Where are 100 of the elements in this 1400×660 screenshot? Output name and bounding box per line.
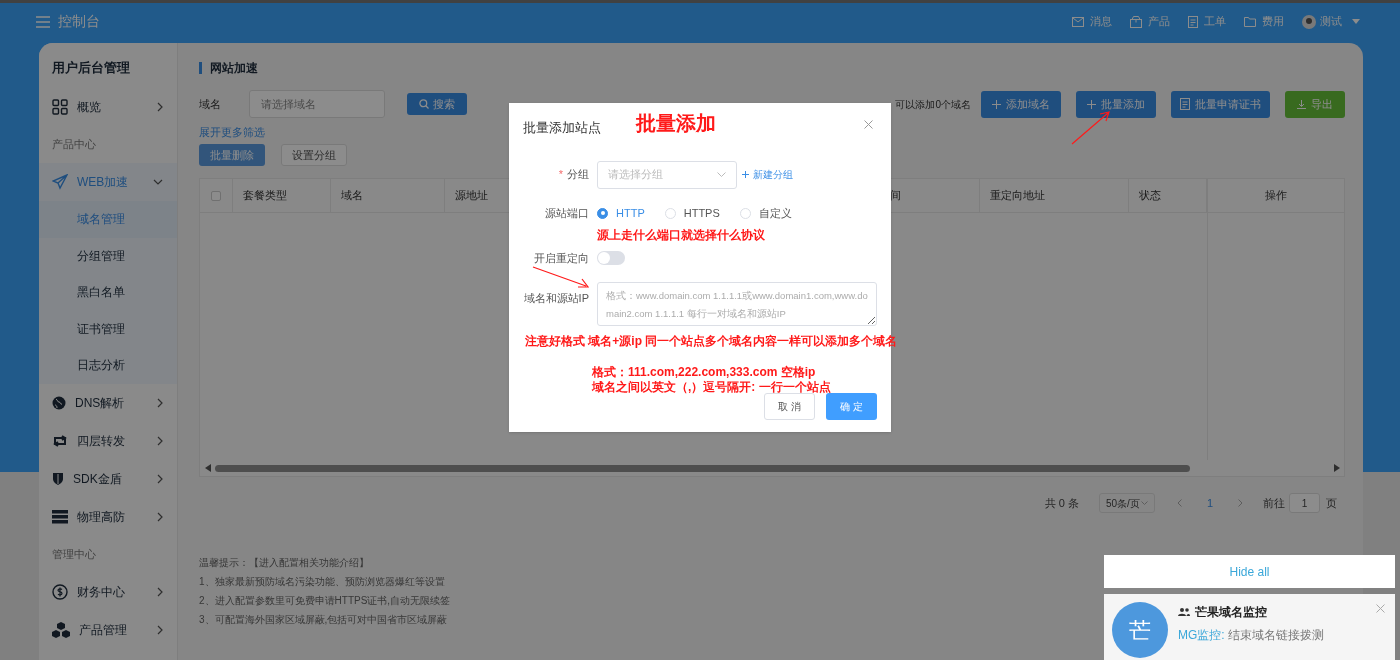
chevron-right-icon: [157, 397, 163, 408]
radio-option[interactable]: HTTP: [597, 204, 645, 222]
server-icon: [52, 509, 68, 524]
nav-link[interactable]: 产品: [1130, 13, 1170, 30]
toggle-switch[interactable]: [597, 251, 625, 265]
scrollbar-thumb[interactable]: [215, 464, 1190, 472]
sidebar-subitem[interactable]: 域名管理: [39, 201, 177, 238]
sidebar-title: 用户后台管理: [51, 59, 131, 77]
group-button[interactable]: 设置分组: [281, 144, 347, 166]
repeat-icon: [52, 434, 68, 447]
sidebar-section: 管理中心: [39, 535, 177, 573]
annotation-heading: 批量添加: [636, 111, 716, 136]
chevron-right-icon: [157, 511, 163, 522]
sidebar-item[interactable]: 物理高防: [39, 497, 177, 536]
form-label: 分组: [567, 168, 589, 181]
add-button[interactable]: 批量添加: [1076, 90, 1156, 118]
shield-icon: [52, 471, 64, 486]
sidebar-item[interactable]: 概览: [39, 88, 177, 126]
chevron-down-icon: [717, 172, 726, 177]
required-mark: *: [558, 168, 563, 181]
grid-icon: [52, 99, 68, 115]
close-icon[interactable]: [864, 120, 873, 129]
sidebar-item[interactable]: 财务中心: [39, 572, 177, 611]
tip-text: 2、进入配置参数里可免费申请HTTPS证书,自动无限续签: [199, 594, 452, 605]
box-icon: [1130, 15, 1142, 28]
avatar-icon: [1302, 14, 1316, 29]
nav-link[interactable]: 工单: [1188, 13, 1226, 30]
plus-icon: [742, 171, 749, 178]
tip-text: 温馨提示：【进入配置相关功能介绍】: [199, 556, 370, 567]
dollar-icon: [52, 583, 68, 600]
app-title: 控制台: [58, 12, 100, 31]
sidebar-subitem[interactable]: 日志分析: [39, 347, 177, 384]
cubes-icon: [52, 621, 70, 638]
chevron-right-icon: [157, 435, 163, 446]
menu-icon[interactable]: [36, 15, 50, 28]
annotation-note: 格式：111.com,222.com,333.com 空格ip: [592, 365, 817, 380]
column-header: 间: [889, 188, 901, 204]
sidebar-item[interactable]: SDK金盾: [39, 459, 177, 498]
new-group-link[interactable]: 新建分组: [742, 167, 793, 182]
annotation-note: 域名之间以英文（,）逗号隔开: 一行一个站点: [592, 380, 832, 395]
column-header: 源地址: [454, 188, 488, 204]
sidebar-item[interactable]: 四层转发: [39, 421, 177, 460]
plus-icon: [992, 99, 1001, 109]
cancel-button[interactable]: 取 消: [764, 393, 815, 420]
scroll-right-icon[interactable]: [1334, 464, 1340, 472]
caret-icon: [1352, 19, 1360, 24]
add-button[interactable]: 添加域名: [981, 90, 1061, 118]
checkbox[interactable]: [210, 190, 221, 201]
notification-source[interactable]: MG监控:: [1178, 626, 1225, 644]
notification-message: 结束域名链接拨测: [1227, 627, 1324, 644]
radio-option[interactable]: 自定义: [739, 204, 792, 222]
sidebar-item[interactable]: 产品管理: [39, 610, 177, 649]
avatar: 芒: [1112, 602, 1168, 658]
domain-input[interactable]: 请选择域名: [249, 90, 385, 118]
sidebar-subitem[interactable]: 证书管理: [39, 310, 177, 347]
form-label: 开启重定向: [534, 251, 589, 264]
tip-text: 1、独家最新预防域名污染功能、预防浏览器爆红等设置: [199, 575, 446, 586]
search-icon: [419, 99, 429, 109]
column-header: 状态: [1139, 188, 1162, 204]
scroll-left-icon[interactable]: [205, 464, 211, 472]
more-filters-link[interactable]: 展开更多筛选: [199, 124, 265, 138]
sidebar-subitem[interactable]: 分组管理: [39, 237, 177, 274]
confirm-button[interactable]: 确 定: [826, 393, 877, 420]
page-input[interactable]: 1: [1289, 493, 1320, 513]
title-accent: [199, 62, 202, 74]
search-button[interactable]: 搜索: [407, 93, 467, 115]
certificate-button[interactable]: 批量申请证书: [1171, 90, 1270, 118]
filter-label: 域名: [199, 96, 222, 112]
page-size-select[interactable]: 50条/页: [1098, 493, 1155, 513]
page-title: 网站加速: [210, 60, 258, 77]
goto-label: 前往: [1263, 495, 1285, 511]
dialog-title: 批量添加站点: [523, 119, 601, 137]
sidebar-subitem[interactable]: 黑白名单: [39, 274, 177, 311]
column-header: 套餐类型: [242, 188, 287, 204]
nav-link[interactable]: 消息: [1072, 13, 1112, 30]
chevron-right-icon: [157, 102, 163, 112]
quota-text: 可以添加0个域名: [895, 97, 971, 112]
nav-link[interactable]: 费用: [1244, 13, 1284, 30]
export-button[interactable]: 导出: [1285, 90, 1345, 118]
goto-suffix: 页: [1326, 495, 1337, 511]
column-header: 重定向地址: [989, 188, 1045, 204]
group-select[interactable]: 请选择分组: [597, 160, 737, 189]
previous-icon[interactable]: [1176, 499, 1182, 507]
close-icon[interactable]: [1376, 604, 1385, 613]
form-label: 源站端口: [545, 206, 589, 219]
sidebar-item[interactable]: DNS解析: [39, 383, 177, 422]
next-icon[interactable]: [1238, 499, 1243, 507]
annotation-arrow: [1071, 110, 1111, 145]
folder-icon: [1244, 16, 1256, 27]
annotation-note: 源上走什么端口就选择什么协议: [597, 227, 766, 242]
annotation-arrow: [532, 266, 590, 290]
total-count: 共 0 条: [1044, 495, 1079, 511]
hide-all-link[interactable]: Hide all: [1104, 555, 1395, 588]
globe-icon: [52, 395, 66, 410]
user-menu[interactable]: 测试: [1302, 13, 1360, 30]
document-icon: [1188, 15, 1198, 28]
users-icon: [1178, 608, 1190, 616]
sidebar-item[interactable]: WEB加速: [39, 163, 177, 201]
radio-option[interactable]: HTTPS: [664, 204, 720, 222]
page-number[interactable]: 1: [1206, 494, 1213, 512]
